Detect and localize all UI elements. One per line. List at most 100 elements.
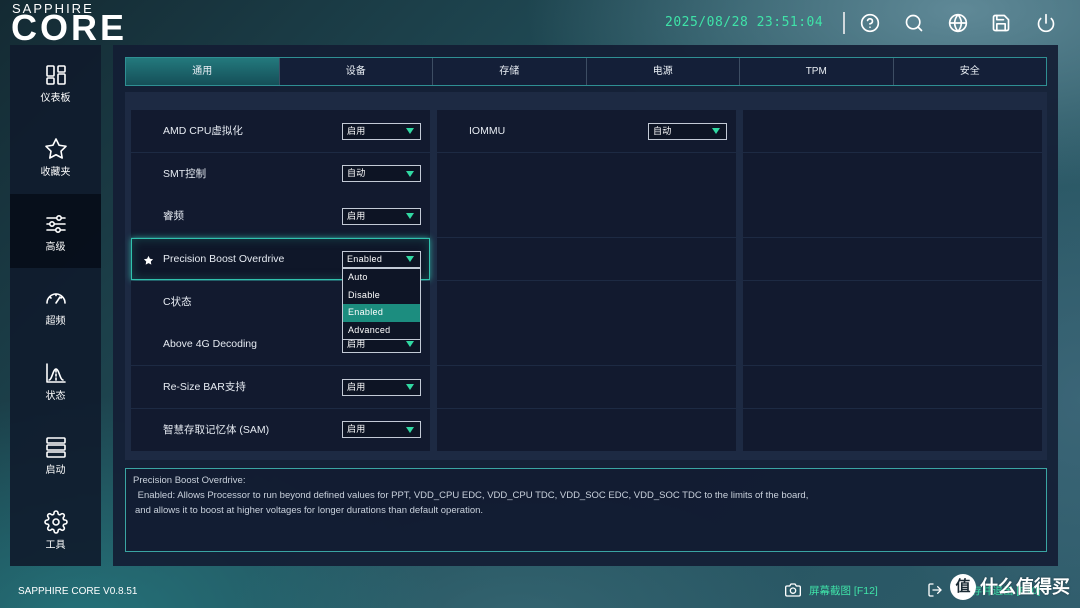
select-value: 启用	[347, 210, 366, 221]
help-icon[interactable]	[860, 13, 880, 33]
setting-cell-empty	[437, 195, 736, 238]
sidebar-item-label: 启动	[45, 465, 66, 477]
tab-tpm[interactable]: TPM	[739, 58, 893, 85]
setting-row-smt-control[interactable]: SMT控制 自动	[131, 152, 430, 195]
description-line: and allows it to boost at higher voltage…	[135, 505, 484, 516]
sidebar: 仪表板 收藏夹 高级 超频 状态 启动 工具	[10, 45, 101, 566]
precision-boost-overdrive-select[interactable]: Enabled	[342, 250, 421, 268]
dropdown-option-disable[interactable]: Disable	[343, 287, 420, 305]
select-value: 启用	[347, 381, 366, 392]
setting-cell-empty	[437, 366, 736, 409]
chevron-down-icon	[406, 128, 414, 134]
setting-row-smart-access-memory[interactable]: 智慧存取记忆体 (SAM) 启用	[131, 408, 430, 451]
description-line: Enabled: Allows Processor to run beyond …	[135, 490, 809, 501]
setting-row-resize-bar[interactable]: Re-Size BAR支持 启用	[131, 366, 430, 409]
setting-cell-empty	[743, 280, 1042, 323]
setting-row-turbo[interactable]: 睿频 启用	[131, 195, 430, 238]
setting-row-iommu[interactable]: IOMMU 自动	[437, 110, 736, 152]
settings-grid: AMD CPU虚拟化 启用 SMT控制 自动 睿频 启用 Precision B…	[125, 92, 1047, 460]
sidebar-item-advanced[interactable]: 高级	[10, 193, 101, 269]
chevron-down-icon	[712, 128, 720, 134]
chevron-down-icon	[406, 341, 414, 348]
setting-cell-empty	[743, 408, 1042, 451]
chevron-down-icon	[406, 213, 414, 220]
tab-power[interactable]: 电源	[585, 58, 740, 85]
setting-cell-empty	[743, 152, 1042, 195]
setting-cell-empty	[437, 408, 736, 451]
dashboard-icon	[44, 63, 68, 87]
favorite-star-icon[interactable]	[143, 253, 154, 265]
resize-bar-select[interactable]: 启用	[342, 378, 421, 396]
sidebar-item-status[interactable]: 状态	[10, 343, 101, 417]
setting-label: C状态	[163, 295, 192, 308]
globe-icon[interactable]	[948, 13, 968, 33]
chevron-down-icon	[406, 384, 414, 391]
smt-control-select[interactable]: 自动	[342, 165, 421, 183]
select-value: 启用	[347, 424, 366, 435]
sidebar-item-label: 收藏夹	[40, 167, 71, 179]
search-icon[interactable]	[904, 13, 924, 33]
dropdown-option-auto[interactable]: Auto	[343, 269, 420, 287]
help-description: Precision Boost Overdrive: Enabled: Allo…	[125, 468, 1047, 552]
dropdown-option-advanced[interactable]: Advanced	[343, 322, 420, 340]
tab-security[interactable]: 安全	[892, 58, 1047, 85]
power-icon[interactable]	[1036, 13, 1056, 33]
iommu-select[interactable]: 自动	[648, 122, 727, 140]
chart-icon	[44, 361, 68, 385]
sidebar-item-dashboard[interactable]: 仪表板	[10, 45, 101, 119]
gear-icon	[43, 509, 68, 534]
turbo-select[interactable]: 启用	[342, 207, 421, 225]
setting-cell-empty	[743, 238, 1042, 281]
setting-cell-empty	[437, 323, 736, 366]
setting-label: 智慧存取记忆体 (SAM)	[163, 423, 270, 436]
sidebar-item-tools[interactable]: 工具	[10, 492, 101, 566]
tab-devices[interactable]: 设备	[278, 58, 433, 85]
sidebar-item-label: 超频	[45, 316, 66, 328]
setting-cell-empty	[743, 195, 1042, 238]
setting-label: 睿频	[163, 210, 184, 223]
setting-row-amd-cpu-virtualization[interactable]: AMD CPU虚拟化 启用	[131, 110, 430, 152]
sliders-icon	[44, 212, 68, 236]
setting-cell-empty	[437, 238, 736, 281]
settings-column-3	[743, 110, 1042, 452]
sidebar-item-label: 工具	[45, 539, 66, 551]
select-value: 自动	[347, 168, 366, 179]
exit-icon[interactable]	[927, 582, 943, 598]
amd-cpu-virtualization-select[interactable]: 启用	[342, 122, 421, 140]
description-title: Precision Boost Overdrive:	[133, 475, 246, 486]
setting-cell-empty	[437, 152, 736, 195]
pbo-dropdown-options: Auto Disable Enabled Advanced	[342, 268, 421, 340]
setting-label: Re-Size BAR支持	[163, 381, 246, 394]
sidebar-item-overclock[interactable]: 超频	[10, 268, 101, 342]
setting-label: AMD CPU虚拟化	[163, 125, 243, 137]
settings-column-2: IOMMU 自动	[437, 110, 736, 452]
system-datetime: 2025/08/28 23:51:04	[665, 15, 824, 30]
camera-icon[interactable]	[785, 582, 801, 598]
select-value: Enabled	[347, 253, 383, 264]
smart-access-memory-select[interactable]: 启用	[342, 421, 421, 439]
watermark-logo: 值	[950, 574, 976, 600]
tab-general[interactable]: 通用	[126, 58, 279, 85]
setting-cell-empty	[437, 280, 736, 323]
watermark-text: 什么值得买	[980, 577, 1070, 597]
sidebar-item-boot[interactable]: 启动	[10, 417, 101, 491]
save-icon[interactable]	[991, 13, 1011, 33]
sidebar-item-favorites[interactable]: 收藏夹	[10, 119, 101, 193]
star-icon	[44, 137, 68, 161]
sidebar-item-label: 仪表板	[40, 93, 71, 104]
setting-label: Above 4G Decoding	[163, 338, 257, 351]
setting-label: Precision Boost Overdrive	[163, 253, 285, 266]
header-divider	[843, 12, 845, 34]
setting-cell-empty	[743, 110, 1042, 152]
boot-icon	[44, 435, 68, 459]
setting-cell-empty	[743, 366, 1042, 409]
chevron-down-icon	[406, 426, 414, 433]
brand-core-text: CORE	[11, 7, 128, 48]
version-label: SAPPHIRE CORE V0.8.51	[18, 586, 138, 597]
sidebar-item-label: 状态	[45, 390, 66, 402]
screenshot-button[interactable]: 屏幕截图 [F12]	[809, 585, 878, 597]
dropdown-option-enabled[interactable]: Enabled	[343, 304, 420, 322]
tab-storage[interactable]: 存储	[432, 58, 586, 85]
chevron-down-icon	[406, 256, 414, 263]
sidebar-item-label: 高级	[45, 241, 66, 253]
